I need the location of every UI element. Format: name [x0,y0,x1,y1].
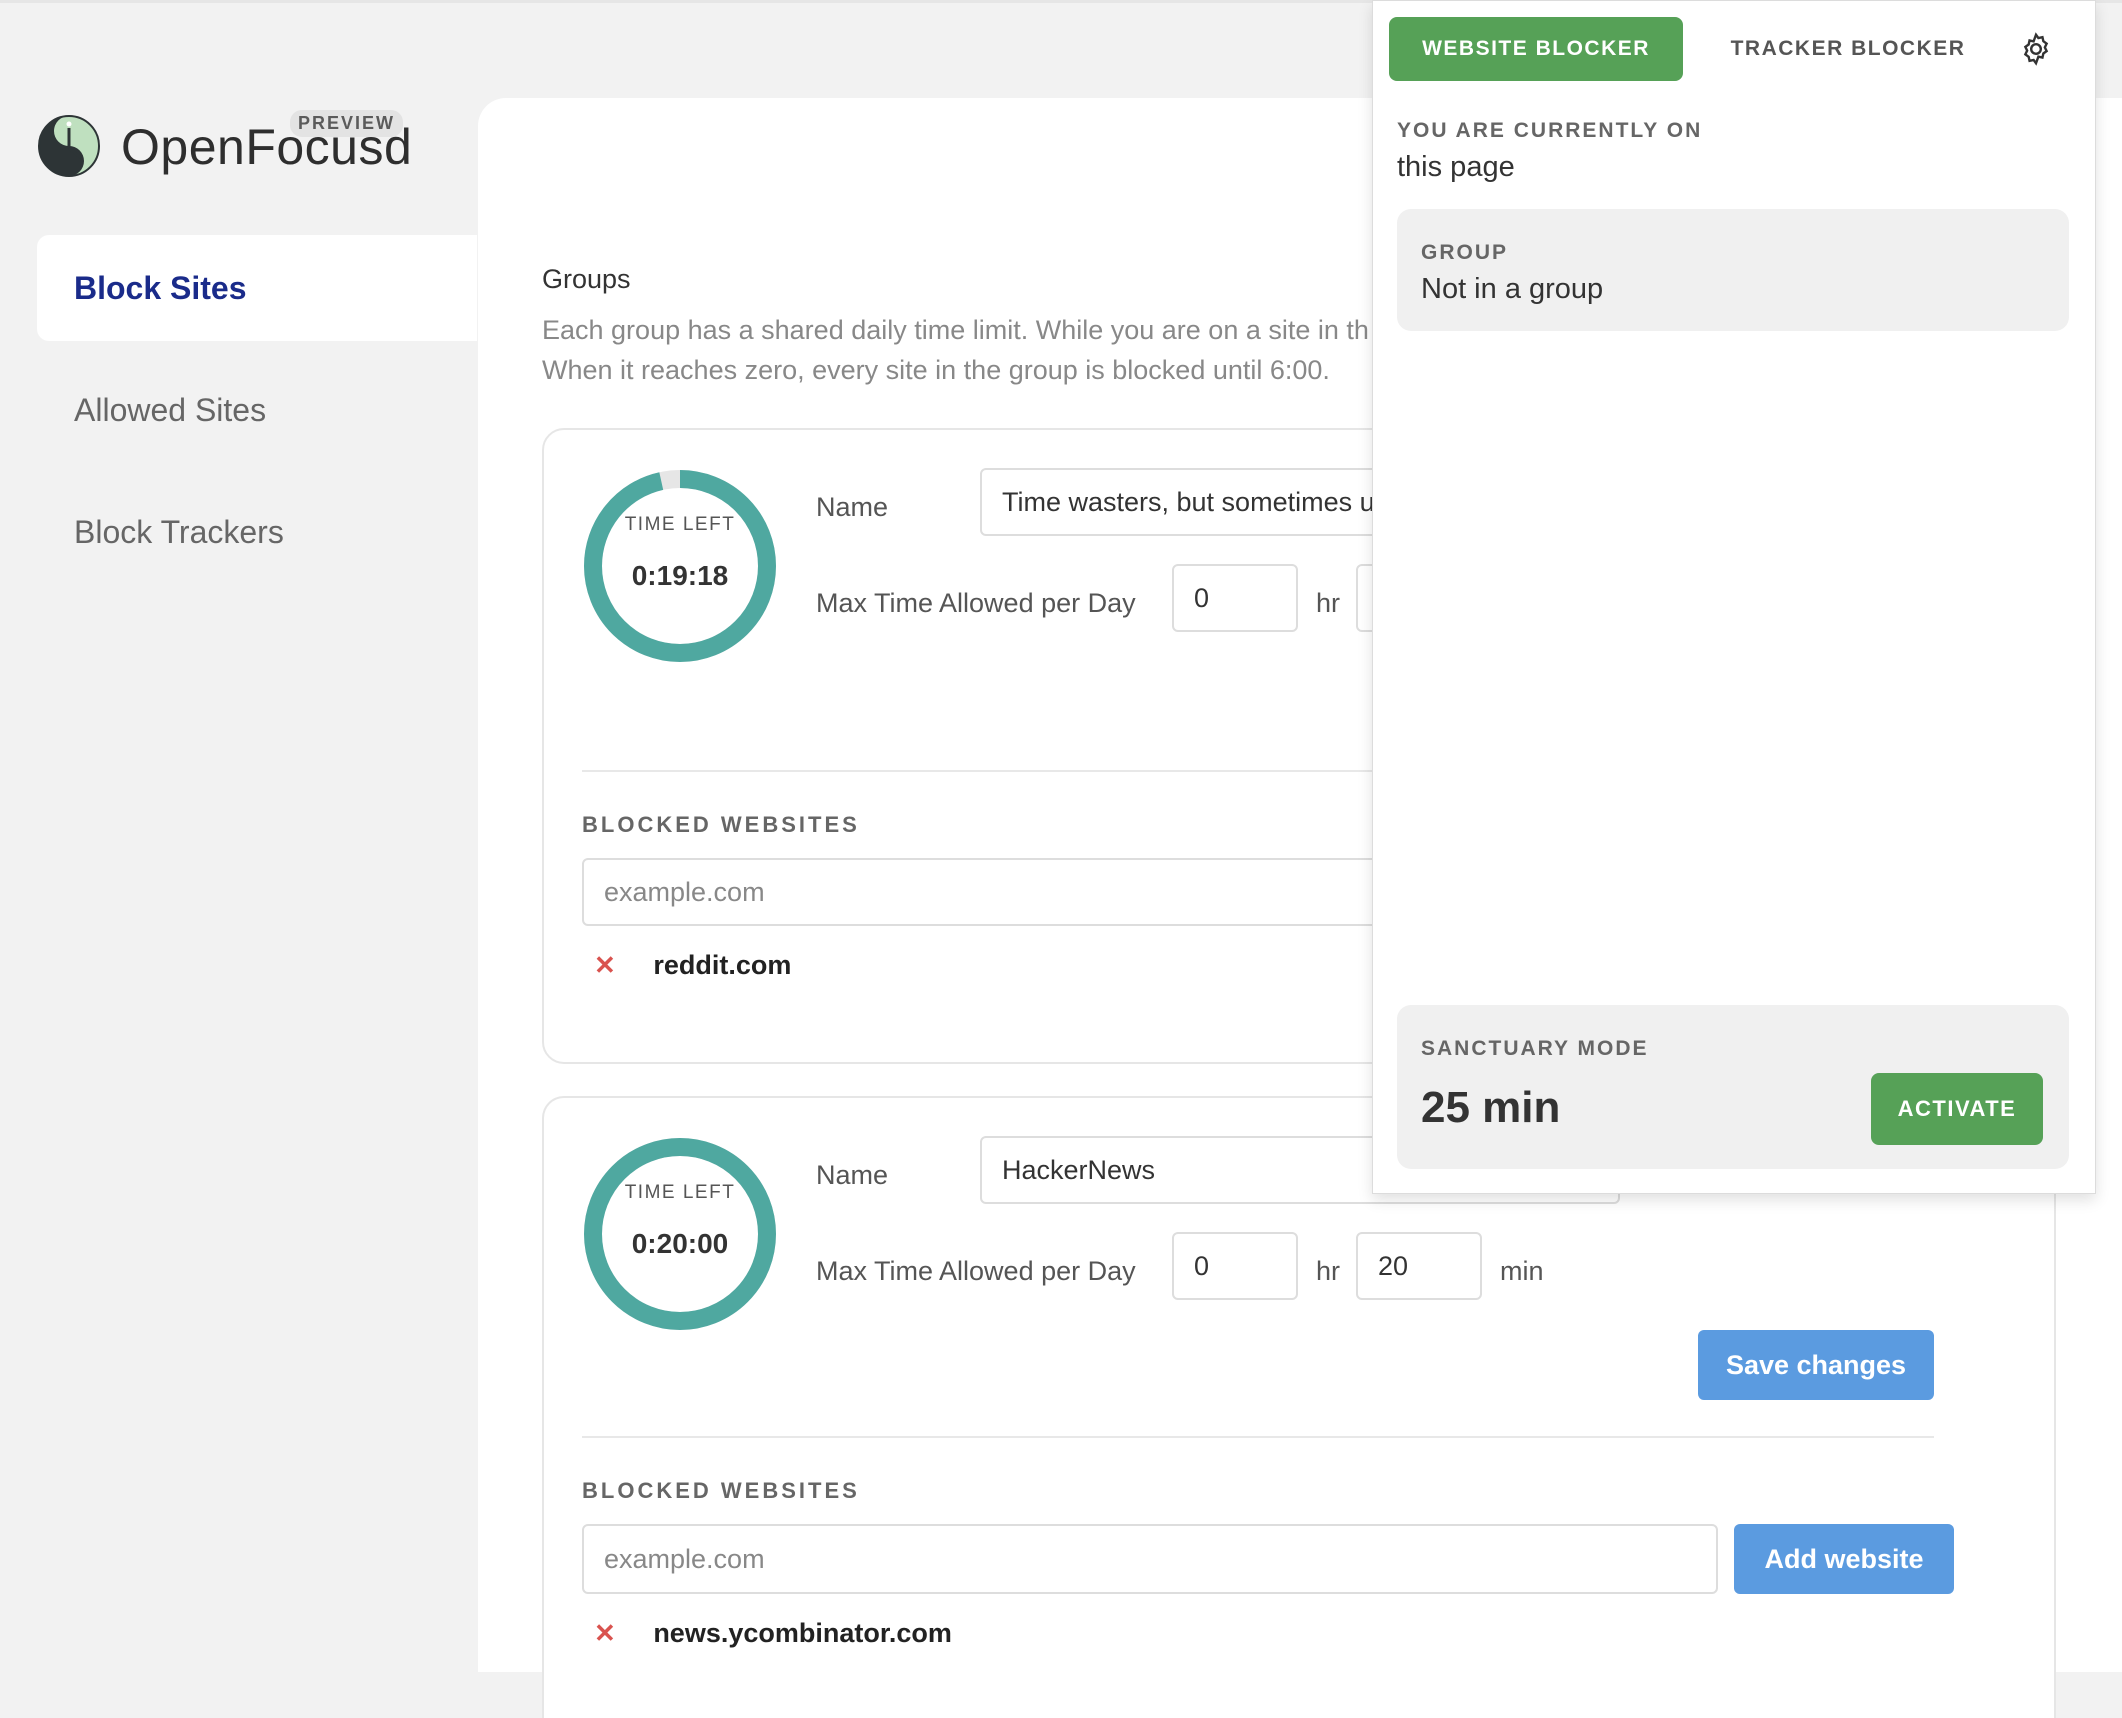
blocked-website-input[interactable] [582,1524,1718,1594]
current-page-label: YOU ARE CURRENTLY ON [1397,119,1703,142]
sidebar-item-block-sites[interactable]: Block Sites [37,235,477,341]
name-label: Name [816,1160,889,1190]
sanctuary-duration[interactable]: 25 min [1421,1083,1560,1133]
blocked-site-name: reddit.com [653,950,792,980]
blocked-websites-label: BLOCKED WEBSITES [582,1478,860,1503]
group-value: Not in a group [1421,273,1604,305]
x-icon[interactable]: ✕ [594,1618,616,1648]
hours-unit: hr [1316,588,1341,618]
tab-tracker-blocker[interactable]: TRACKER BLOCKER [1703,17,1993,81]
hours-input[interactable] [1172,564,1298,632]
save-changes-button[interactable]: Save changes [1698,1330,1934,1400]
time-left-value: 0:19:18 [631,560,729,591]
sanctuary-mode-box: SANCTUARY MODE 25 min ACTIVATE [1397,1005,2069,1169]
gear-icon[interactable] [2018,31,2054,67]
activate-button[interactable]: ACTIVATE [1871,1073,2043,1145]
tab-website-blocker[interactable]: WEBSITE BLOCKER [1389,17,1683,81]
preview-badge: PREVIEW [290,110,404,137]
groups-heading: Groups [542,264,631,294]
time-left-label: TIME LEFT [624,514,736,535]
card-divider [582,1436,1934,1438]
add-website-button[interactable]: Add website [1734,1524,1954,1594]
clock-yin-yang-icon [38,115,100,177]
minutes-unit: min [1500,1256,1544,1286]
current-page-value: this page [1397,151,1515,183]
name-label: Name [816,492,889,522]
hours-unit: hr [1316,1256,1341,1286]
blocked-site-row: ✕ news.ycombinator.com [594,1618,952,1649]
blocked-site-name: news.ycombinator.com [653,1618,952,1648]
extension-popup: WEBSITE BLOCKER TRACKER BLOCKER YOU ARE … [1372,0,2096,1194]
max-time-label: Max Time Allowed per Day [816,1256,1136,1286]
time-left-label: TIME LEFT [624,1182,736,1203]
group-info-box: GROUP Not in a group [1397,209,2069,331]
blocked-websites-label: BLOCKED WEBSITES [582,812,860,837]
sidebar-item-block-trackers[interactable]: Block Trackers [37,479,477,585]
group-label: GROUP [1421,241,1509,264]
blocked-site-row: ✕ reddit.com [594,950,791,981]
sidebar-nav: Block Sites Allowed Sites Block Trackers [37,235,477,601]
time-left-value: 0:20:00 [631,1228,729,1259]
minutes-input[interactable] [1356,1232,1482,1300]
max-time-label: Max Time Allowed per Day [816,588,1136,618]
sanctuary-mode-label: SANCTUARY MODE [1421,1037,1649,1060]
sidebar-item-allowed-sites[interactable]: Allowed Sites [37,357,477,463]
hours-input[interactable] [1172,1232,1298,1300]
x-icon[interactable]: ✕ [594,950,616,980]
